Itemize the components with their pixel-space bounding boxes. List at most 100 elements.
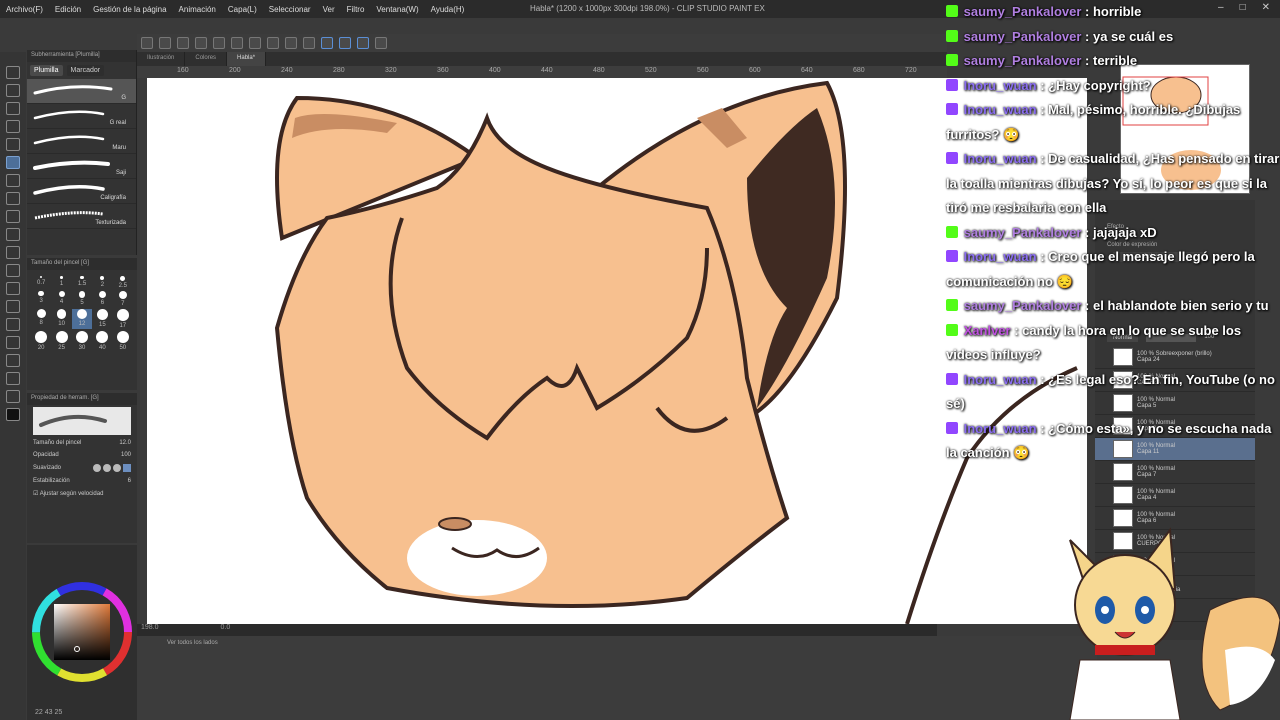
brush-size-option[interactable]: 20 — [31, 330, 51, 351]
color-swatch-icon[interactable] — [6, 408, 20, 421]
crop-icon[interactable] — [303, 37, 315, 49]
pen-tool-icon[interactable] — [6, 156, 20, 169]
zoom-tool-icon[interactable] — [6, 66, 20, 79]
gradient-tool-icon[interactable] — [6, 282, 20, 295]
redo-icon[interactable] — [231, 37, 243, 49]
ruler-tick-label: 600 — [749, 67, 761, 74]
brush-size-dot — [58, 290, 65, 297]
frame-tool-icon[interactable] — [6, 318, 20, 331]
brush-size-option[interactable]: 15 — [92, 309, 112, 329]
brush-size-option[interactable]: 1.5 — [72, 276, 92, 289]
line-correction-tool-icon[interactable] — [6, 390, 20, 403]
position-value: 0.0 — [220, 624, 231, 631]
timeline-label[interactable]: Ver todos los lados — [137, 636, 1097, 650]
tab-colores[interactable]: Colores — [185, 52, 228, 66]
menu-window[interactable]: Ventana(W) — [370, 5, 424, 14]
snap-perspective-icon[interactable] — [357, 37, 369, 49]
airbrush-tool-icon[interactable] — [6, 210, 20, 223]
brush-size-option[interactable]: 10 — [51, 309, 71, 329]
menu-filter[interactable]: Filtro — [341, 5, 371, 14]
brush-item-texturizada[interactable]: Texturizada — [27, 204, 136, 229]
undo-icon[interactable] — [213, 37, 225, 49]
brush-size-option[interactable]: 3 — [31, 290, 51, 307]
brush-size-option[interactable]: 4 — [51, 290, 71, 307]
brush-item-saji[interactable]: Saji — [27, 154, 136, 179]
brush-size-label: 17 — [119, 322, 127, 329]
brush-size-option[interactable]: 40 — [92, 330, 112, 351]
tab-marcador[interactable]: Marcador — [66, 65, 105, 76]
brush-tool-icon[interactable] — [6, 192, 20, 205]
menu-select[interactable]: Seleccionar — [263, 5, 317, 14]
menu-file[interactable]: Archivo(F) — [0, 5, 49, 14]
menu-page-management[interactable]: Gestión de la página — [87, 5, 172, 14]
brush-size-option[interactable]: 25 — [51, 330, 71, 351]
fill-tool-icon[interactable] — [6, 264, 20, 277]
opacity-value[interactable]: 100 — [121, 452, 131, 458]
brush-size-option[interactable]: 12 — [71, 309, 93, 329]
tab-ilustracion[interactable]: Ilustración — [137, 52, 186, 66]
ruler-tick-label: 640 — [801, 67, 813, 74]
brush-size-label: 1.5 — [77, 281, 87, 288]
snap-ruler-icon[interactable] — [321, 37, 333, 49]
brush-item-caligrafia[interactable]: Caligrafía — [27, 179, 136, 204]
text-tool-icon[interactable] — [6, 354, 20, 367]
eyedropper-tool-icon[interactable] — [6, 138, 20, 151]
clear-icon[interactable] — [249, 37, 261, 49]
move-tool-icon[interactable] — [6, 84, 20, 97]
new-file-icon[interactable] — [141, 37, 153, 49]
settings-icon[interactable] — [375, 37, 387, 49]
figure-tool-icon[interactable] — [6, 300, 20, 313]
snap-grid-icon[interactable] — [339, 37, 351, 49]
brush-stroke-preview — [33, 135, 105, 145]
chat-username: saumy_Pankalover — [963, 298, 1082, 313]
brush-size-option[interactable]: 30 — [72, 330, 92, 351]
save-icon[interactable] — [177, 37, 189, 49]
tab-habla[interactable]: Habla* — [227, 52, 267, 66]
menu-edit[interactable]: Edición — [49, 5, 87, 14]
ruler-tool-icon[interactable] — [6, 336, 20, 349]
pencil-tool-icon[interactable] — [6, 174, 20, 187]
brush-size-option[interactable]: 2.5 — [113, 276, 133, 289]
brush-size-option[interactable]: 6 — [92, 290, 112, 307]
brush-item-g[interactable]: G — [27, 79, 136, 104]
twitch-badge-icon — [946, 372, 958, 385]
color-wheel[interactable] — [27, 545, 137, 695]
fill-icon[interactable] — [267, 37, 279, 49]
brush-size-option[interactable]: 8 — [31, 309, 51, 329]
menu-help[interactable]: Ayuda(H) — [425, 5, 471, 14]
chat-username: Inoru_wuan — [963, 371, 1037, 387]
brush-size-option[interactable]: 7 — [113, 290, 133, 307]
zoom-value[interactable]: 198.0 — [141, 624, 159, 631]
blend-tool-icon[interactable] — [6, 246, 20, 259]
smoothing-options[interactable] — [93, 464, 131, 472]
ruler-tick-label: 560 — [697, 67, 709, 74]
menu-layer[interactable]: Capa(L) — [222, 5, 263, 14]
brush-size-option[interactable]: 2 — [92, 276, 112, 289]
stabilization-label: Estabilización — [33, 478, 70, 484]
twitch-badge-icon — [946, 250, 958, 262]
transform-icon[interactable] — [285, 37, 297, 49]
brush-size-option[interactable]: 0.7 — [31, 276, 51, 289]
eraser-tool-icon[interactable] — [6, 228, 20, 241]
print-icon[interactable] — [195, 37, 207, 49]
brush-size-value[interactable]: 12.0 — [119, 440, 131, 446]
chat-text: : jajajaja xD — [1085, 224, 1157, 240]
lasso-tool-icon[interactable] — [6, 120, 20, 133]
menu-view[interactable]: Ver — [317, 5, 341, 14]
brush-item-maru[interactable]: Maru — [27, 129, 136, 154]
brush-size-option[interactable]: 50 — [113, 330, 133, 351]
brush-item-g-real[interactable]: G real — [27, 104, 136, 129]
tab-plumilla[interactable]: Plumilla — [30, 65, 63, 76]
balloon-tool-icon[interactable] — [6, 372, 20, 385]
brush-size-option[interactable]: 17 — [113, 309, 133, 329]
brush-size-dot — [118, 290, 127, 300]
menu-animation[interactable]: Animación — [173, 5, 222, 14]
brush-size-dot — [116, 330, 129, 343]
brush-size-option[interactable]: 5 — [72, 290, 92, 307]
stabilization-value[interactable]: 6 — [128, 478, 131, 484]
open-file-icon[interactable] — [159, 37, 171, 49]
brush-size-label: 40 — [99, 344, 106, 351]
operation-tool-icon[interactable] — [6, 102, 20, 115]
speed-checkbox[interactable]: ☑ Ajustar según velocidad — [33, 490, 103, 497]
brush-size-option[interactable]: 1 — [51, 276, 71, 289]
